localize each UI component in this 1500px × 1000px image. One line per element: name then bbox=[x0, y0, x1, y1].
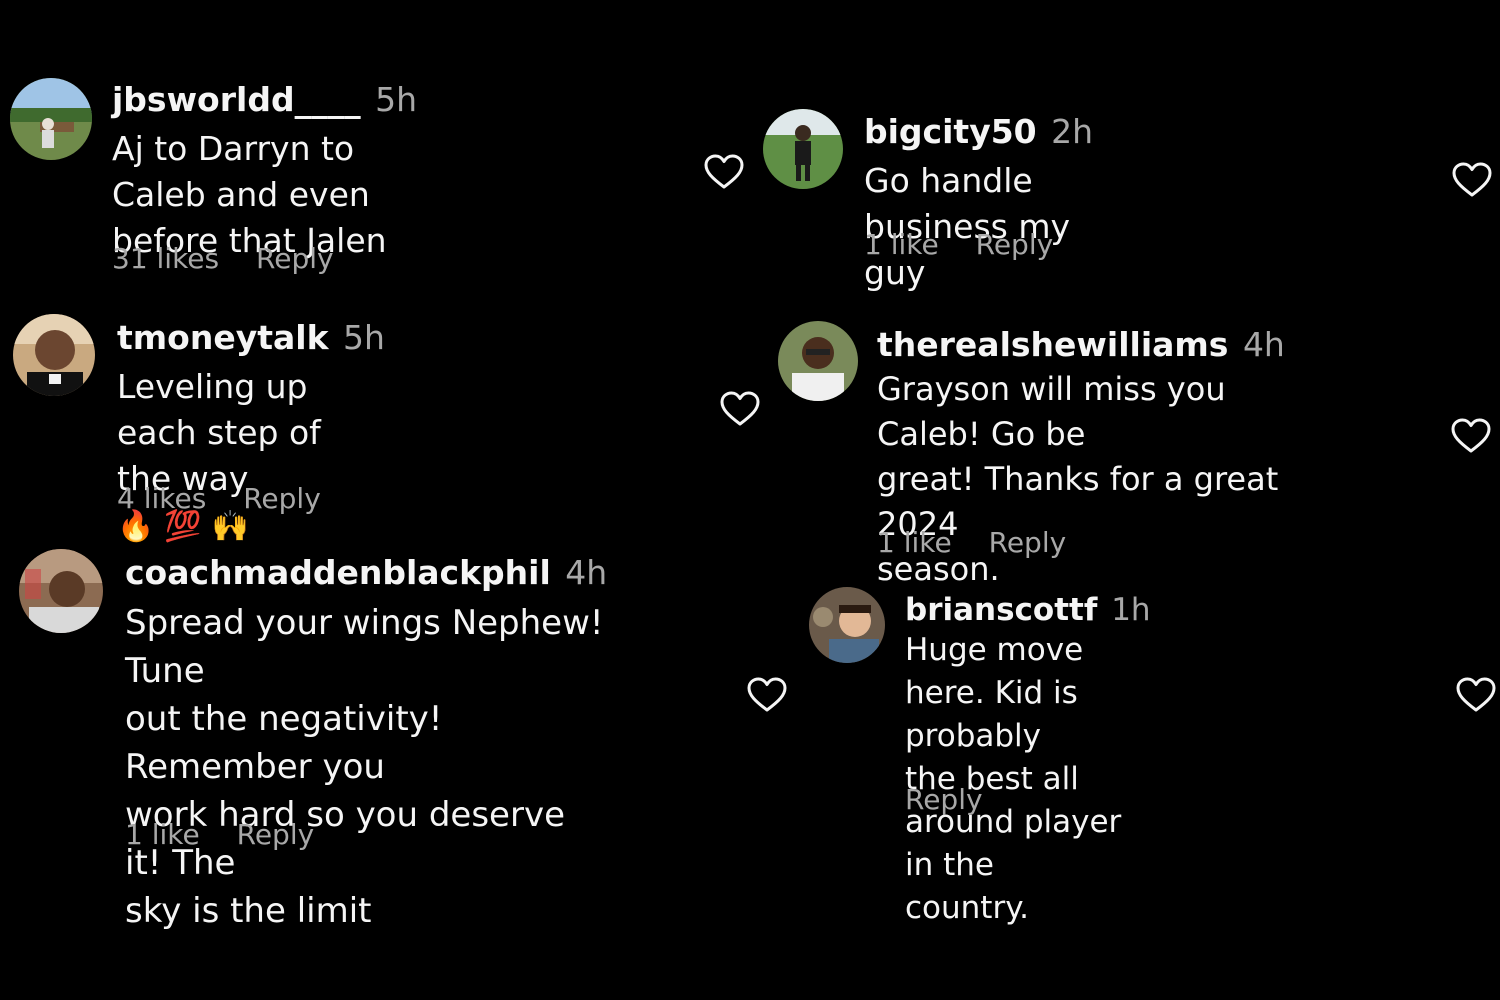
comment-text-line: Go handle business my guy bbox=[864, 161, 1070, 292]
comment-actions: 1 like Reply bbox=[125, 818, 314, 852]
comment-header: jbsworldd____ 5h bbox=[112, 80, 417, 120]
reply-button[interactable]: Reply bbox=[976, 228, 1054, 261]
avatar[interactable] bbox=[19, 549, 103, 633]
comment-header: brianscottf 1h bbox=[905, 591, 1151, 629]
reply-button[interactable]: Reply bbox=[237, 818, 315, 851]
avatar[interactable] bbox=[763, 109, 843, 189]
heart-outline-icon[interactable] bbox=[704, 154, 744, 190]
comment-text-line: sky is the limit bbox=[125, 891, 372, 931]
timestamp: 5h bbox=[375, 80, 417, 119]
username[interactable]: tmoneytalk bbox=[117, 318, 329, 357]
heart-outline-icon[interactable] bbox=[747, 677, 787, 713]
timestamp: 5h bbox=[343, 318, 385, 357]
comment-actions: 31 likes Reply bbox=[112, 242, 334, 276]
comment-header: therealshewilliams 4h bbox=[877, 325, 1285, 365]
comment-text-line: out the negativity! Remember you bbox=[125, 699, 443, 787]
comment-text-line: Grayson will miss you Caleb! Go be bbox=[877, 370, 1226, 453]
likes-count[interactable]: 31 likes bbox=[112, 242, 219, 275]
comment-text-line: Spread your wings Nephew! Tune bbox=[125, 603, 604, 691]
heart-outline-icon[interactable] bbox=[720, 391, 760, 427]
comment-header: tmoneytalk 5h bbox=[117, 318, 385, 358]
username[interactable]: coachmaddenblackphil bbox=[125, 553, 551, 592]
comment-actions: 1 like Reply bbox=[877, 526, 1066, 560]
comment-text-line: country. bbox=[905, 890, 1029, 926]
avatar[interactable] bbox=[10, 78, 92, 160]
timestamp: 1h bbox=[1111, 592, 1151, 628]
username[interactable]: jbsworldd____ bbox=[112, 80, 361, 119]
heart-outline-icon[interactable] bbox=[1452, 162, 1492, 198]
reply-button[interactable]: Reply bbox=[989, 526, 1067, 559]
comment-text-line: Huge move here. Kid is probably bbox=[905, 632, 1084, 754]
comment-header: coachmaddenblackphil 4h bbox=[125, 553, 607, 593]
avatar[interactable] bbox=[778, 321, 858, 401]
comment-text: Spread your wings Nephew! Tune out the n… bbox=[125, 599, 607, 935]
likes-count[interactable]: 1 like bbox=[877, 526, 952, 559]
timestamp: 4h bbox=[1242, 325, 1285, 364]
comment-text-line: Aj to Darryn to Caleb and even bbox=[112, 129, 370, 214]
comment-actions: Reply bbox=[905, 783, 983, 817]
likes-count[interactable]: 4 likes bbox=[117, 482, 206, 515]
comment-actions: 4 likes Reply bbox=[117, 482, 321, 516]
reply-button[interactable]: Reply bbox=[243, 482, 321, 515]
reply-button[interactable]: Reply bbox=[256, 242, 334, 275]
comment-actions: 1 like Reply bbox=[864, 228, 1053, 262]
heart-outline-icon[interactable] bbox=[1451, 418, 1491, 454]
reply-button[interactable]: Reply bbox=[905, 783, 983, 816]
comment-text-line: the best all around player in the bbox=[905, 761, 1122, 883]
comment-header: bigcity50 2h bbox=[864, 112, 1093, 152]
username[interactable]: bigcity50 bbox=[864, 112, 1037, 151]
avatar[interactable] bbox=[809, 587, 885, 663]
comment-text: Go handle business my guy bbox=[864, 158, 1093, 296]
likes-count[interactable]: 1 like bbox=[864, 228, 939, 261]
timestamp: 4h bbox=[565, 553, 608, 592]
username[interactable]: brianscottf bbox=[905, 592, 1097, 628]
likes-count[interactable]: 1 like bbox=[125, 818, 200, 851]
username[interactable]: therealshewilliams bbox=[877, 325, 1228, 364]
avatar[interactable] bbox=[13, 314, 95, 396]
timestamp: 2h bbox=[1051, 112, 1094, 151]
comment-text: Huge move here. Kid is probably the best… bbox=[905, 629, 1151, 930]
heart-outline-icon[interactable] bbox=[1456, 677, 1496, 713]
